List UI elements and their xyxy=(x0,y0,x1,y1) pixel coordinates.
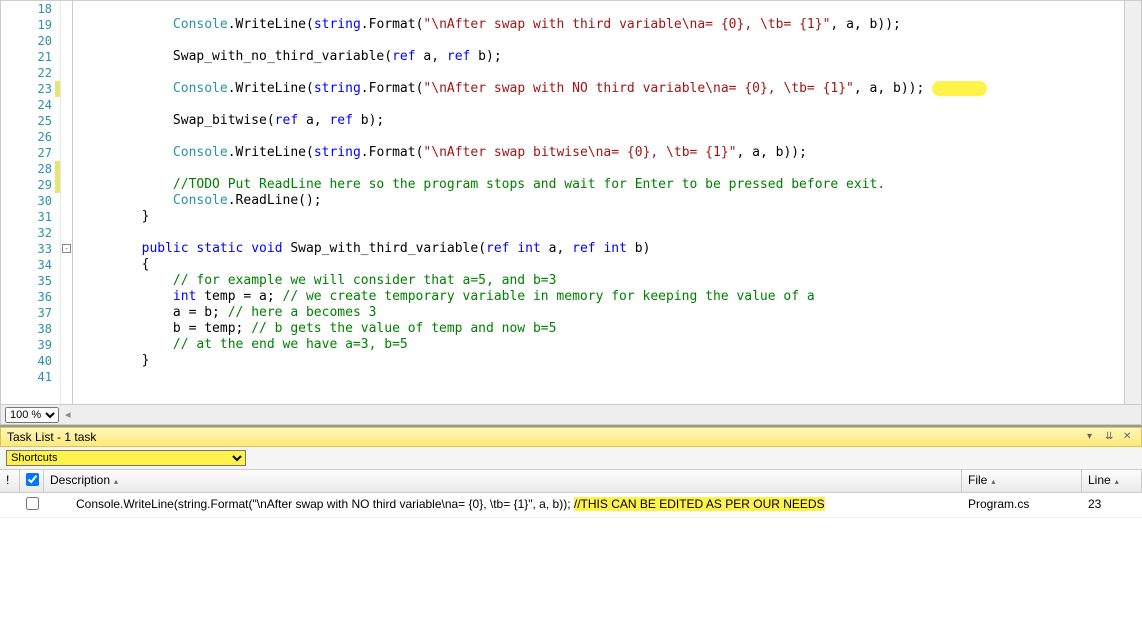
code-line[interactable]: // for example we will consider that a=5… xyxy=(79,273,1124,289)
col-checkbox[interactable] xyxy=(20,470,44,492)
close-icon[interactable]: ✕ xyxy=(1123,431,1135,443)
code-line[interactable]: //TODO Put ReadLine here so the program … xyxy=(79,177,1124,193)
line-number-gutter: 1819202122232425262728293031323334353637… xyxy=(1,1,61,404)
line-number: 24 xyxy=(1,97,52,113)
code-line[interactable]: Console.WriteLine(string.Format("\nAfter… xyxy=(79,17,1124,33)
task-list-title: Task List - 1 task xyxy=(7,430,96,444)
line-number: 33 xyxy=(1,241,52,257)
code-line[interactable] xyxy=(79,161,1124,177)
dropdown-icon[interactable]: ▾ xyxy=(1087,431,1099,443)
vertical-scrollbar[interactable] xyxy=(1124,1,1141,404)
code-line[interactable]: // at the end we have a=3, b=5 xyxy=(79,337,1124,353)
line-number: 19 xyxy=(1,17,52,33)
task-list-grid: ! Description▴ File▴ Line▴ Console.Write… xyxy=(0,470,1142,625)
change-marker xyxy=(55,81,60,97)
line-number: 40 xyxy=(1,353,52,369)
line-number: 25 xyxy=(1,113,52,129)
code-line[interactable] xyxy=(79,33,1124,49)
code-area[interactable]: 1819202122232425262728293031323334353637… xyxy=(1,1,1141,404)
code-line[interactable]: a = b; // here a becomes 3 xyxy=(79,305,1124,321)
task-list-panel: Task List - 1 task ▾ ⇊ ✕ Shortcuts ! Des… xyxy=(0,425,1142,625)
horizontal-scroll-left-icon[interactable]: ◂ xyxy=(65,408,71,421)
collapse-toggle-icon[interactable]: - xyxy=(62,244,71,253)
change-marker xyxy=(55,161,60,177)
sort-asc-icon: ▴ xyxy=(991,477,995,486)
task-category-dropdown[interactable]: Shortcuts xyxy=(6,450,246,466)
col-priority[interactable]: ! xyxy=(0,470,20,492)
code-line[interactable] xyxy=(79,97,1124,113)
code-line[interactable]: Console.WriteLine(string.Format("\nAfter… xyxy=(79,145,1124,161)
line-number: 36 xyxy=(1,289,52,305)
code-line[interactable]: } xyxy=(79,209,1124,225)
code-line[interactable] xyxy=(79,129,1124,145)
line-number: 34 xyxy=(1,257,52,273)
line-number: 39 xyxy=(1,337,52,353)
code-line[interactable] xyxy=(79,65,1124,81)
col-description[interactable]: Description▴ xyxy=(44,470,962,492)
editor-status-bar: 100 % ◂ xyxy=(1,404,1141,424)
line-number: 26 xyxy=(1,129,52,145)
task-list-titlebar: Task List - 1 task ▾ ⇊ ✕ xyxy=(0,427,1142,447)
code-editor: 1819202122232425262728293031323334353637… xyxy=(0,0,1142,425)
code-line[interactable] xyxy=(79,1,1124,17)
cell-description: Console.WriteLine(string.Format("\nAfter… xyxy=(44,493,962,517)
highlight-marker xyxy=(932,81,987,96)
line-number: 20 xyxy=(1,33,52,49)
task-list-filter-bar: Shortcuts xyxy=(0,447,1142,470)
table-row[interactable]: Console.WriteLine(string.Format("\nAfter… xyxy=(0,493,1142,518)
line-number: 27 xyxy=(1,145,52,161)
line-number: 38 xyxy=(1,321,52,337)
panel-controls: ▾ ⇊ ✕ xyxy=(1087,431,1135,443)
line-number: 22 xyxy=(1,65,52,81)
task-checkbox[interactable] xyxy=(26,497,39,510)
line-number: 30 xyxy=(1,193,52,209)
code-line[interactable]: Swap_with_no_third_variable(ref a, ref b… xyxy=(79,49,1124,65)
change-marker xyxy=(55,177,60,193)
line-number: 28 xyxy=(1,161,52,177)
code-line[interactable]: int temp = a; // we create temporary var… xyxy=(79,289,1124,305)
line-number: 32 xyxy=(1,225,52,241)
code-line[interactable]: } xyxy=(79,353,1124,369)
highlighted-text: //THIS CAN BE EDITED AS PER OUR NEEDS xyxy=(574,497,825,511)
header-checkbox[interactable] xyxy=(26,473,39,486)
line-number: 29 xyxy=(1,177,52,193)
cell-file: Program.cs xyxy=(962,493,1082,517)
code-line[interactable]: Swap_bitwise(ref a, ref b); xyxy=(79,113,1124,129)
sort-asc-icon: ▴ xyxy=(1115,477,1119,486)
col-file[interactable]: File▴ xyxy=(962,470,1082,492)
line-number: 41 xyxy=(1,369,52,385)
sort-asc-icon: ▴ xyxy=(114,477,118,486)
cell-checkbox[interactable] xyxy=(20,493,44,517)
line-number: 31 xyxy=(1,209,52,225)
task-grid-header: ! Description▴ File▴ Line▴ xyxy=(0,470,1142,493)
line-number: 23 xyxy=(1,81,52,97)
code-line[interactable] xyxy=(79,369,1124,385)
outline-margin: - xyxy=(61,1,73,404)
code-line[interactable]: { xyxy=(79,257,1124,273)
line-number: 21 xyxy=(1,49,52,65)
line-number: 18 xyxy=(1,1,52,17)
pin-icon[interactable]: ⇊ xyxy=(1105,431,1117,443)
zoom-dropdown[interactable]: 100 % xyxy=(5,407,59,423)
cell-priority xyxy=(0,493,20,517)
code-content[interactable]: Console.WriteLine(string.Format("\nAfter… xyxy=(73,1,1124,404)
code-line[interactable]: Console.ReadLine(); xyxy=(79,193,1124,209)
code-line[interactable]: public static void Swap_with_third_varia… xyxy=(79,241,1124,257)
cell-line: 23 xyxy=(1082,493,1142,517)
line-number: 37 xyxy=(1,305,52,321)
code-line[interactable]: Console.WriteLine(string.Format("\nAfter… xyxy=(79,81,1124,97)
code-line[interactable] xyxy=(79,225,1124,241)
line-number: 35 xyxy=(1,273,52,289)
code-line[interactable]: b = temp; // b gets the value of temp an… xyxy=(79,321,1124,337)
col-line[interactable]: Line▴ xyxy=(1082,470,1142,492)
